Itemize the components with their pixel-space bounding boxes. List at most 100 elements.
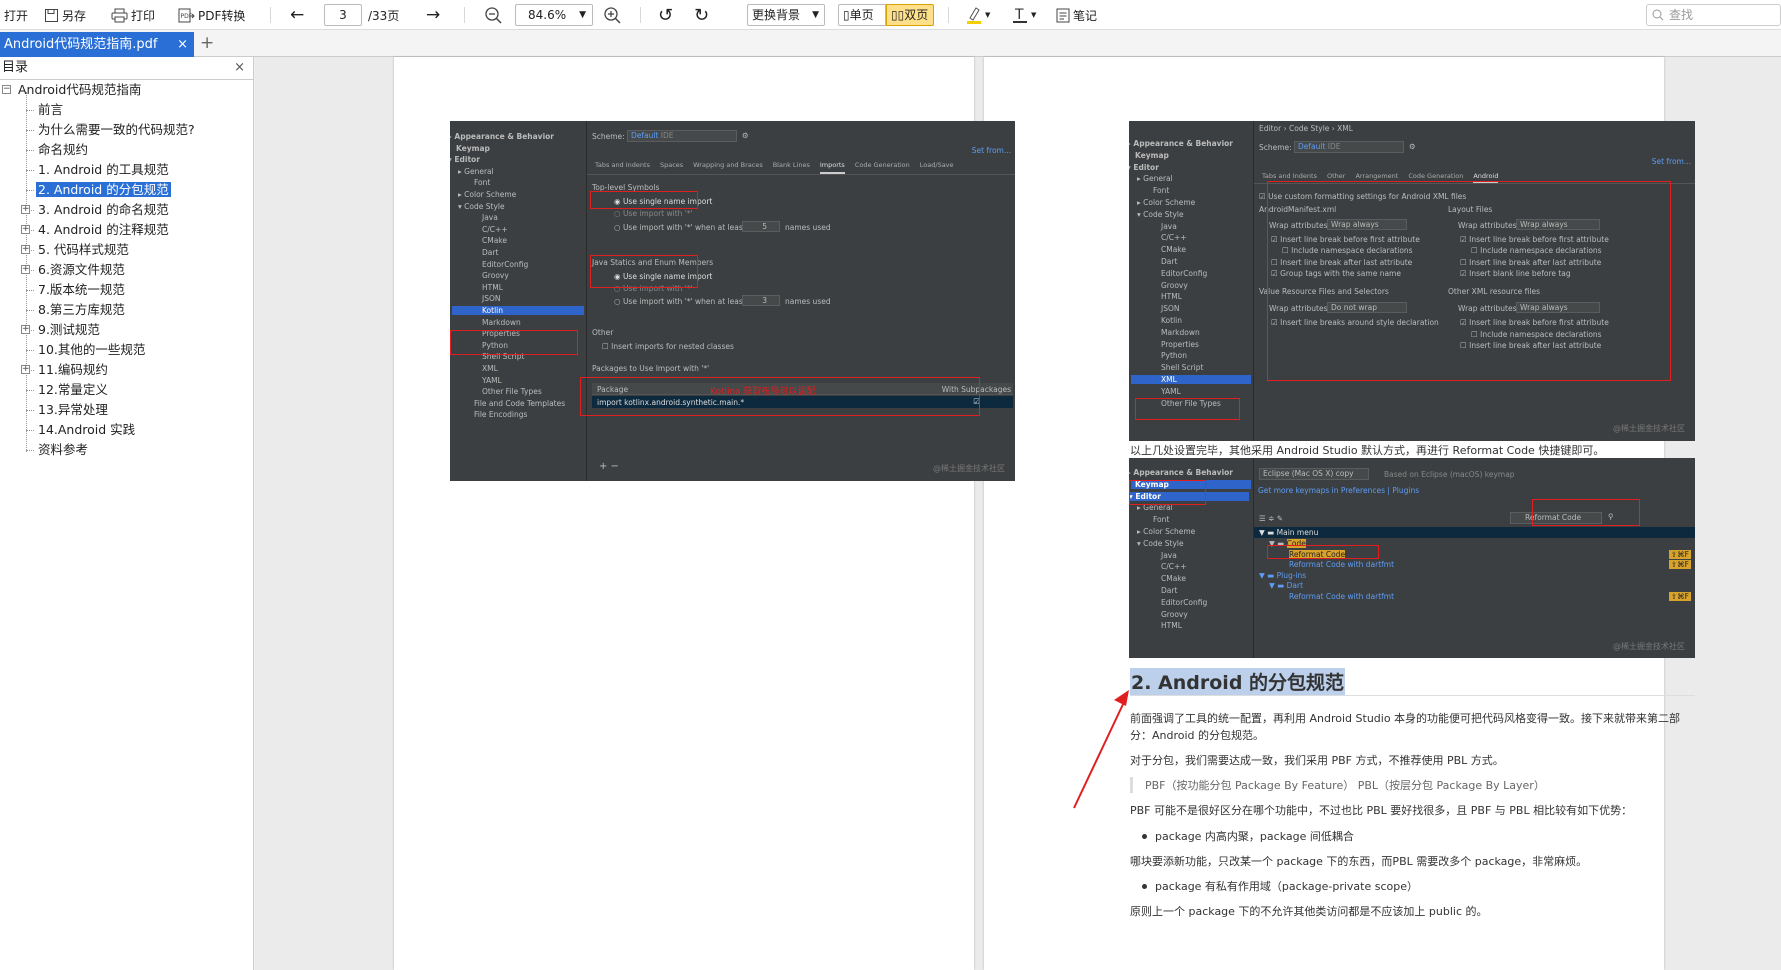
toc-item[interactable]: +3. Android 的命名规范 bbox=[21, 200, 171, 220]
toc-item[interactable]: 前言 bbox=[26, 100, 65, 120]
ide-sidebar-item[interactable]: XML bbox=[1131, 375, 1251, 384]
ide-tab[interactable]: Wrapping and Braces bbox=[693, 161, 763, 174]
ide-sidebar-item[interactable]: ▸ General bbox=[1137, 174, 1173, 183]
ide-sidebar-item[interactable]: HTML bbox=[1161, 621, 1182, 630]
double-page-button[interactable]: ▯▯双页 bbox=[886, 4, 934, 26]
count-input[interactable]: 3 bbox=[742, 295, 780, 306]
toc-item[interactable]: 为什么需要一致的代码规范? bbox=[26, 120, 197, 140]
ide-sidebar-item[interactable]: Other File Types bbox=[482, 387, 542, 396]
radio-star-at-1[interactable]: ○ Use import with '*' when at least bbox=[614, 223, 746, 232]
tree-reformat-dart-2[interactable]: Reformat Code with dartfmt bbox=[1289, 592, 1394, 601]
ide-sidebar-item[interactable]: Kotlin bbox=[452, 306, 584, 315]
toc-item[interactable]: 12.常量定义 bbox=[26, 380, 110, 400]
ide-sidebar-item[interactable]: File Encodings bbox=[474, 410, 527, 419]
toc-item[interactable]: +5. 代码样式规范 bbox=[21, 240, 131, 260]
radio-star-at-2[interactable]: ○ Use import with '*' when at least bbox=[614, 297, 746, 306]
set-from-link[interactable]: Set from... bbox=[1652, 157, 1691, 166]
ide-sidebar-item[interactable]: EditorConfig bbox=[482, 260, 528, 269]
ide-sidebar-item[interactable]: Properties bbox=[1161, 340, 1199, 349]
rotate-right-button[interactable]: ↻ bbox=[694, 4, 709, 26]
ide-sidebar-item[interactable]: Font bbox=[1153, 186, 1169, 195]
ide-sidebar-item[interactable]: ▸ Appearance & Behavior bbox=[1129, 139, 1233, 148]
toc-item[interactable]: 13.异常处理 bbox=[26, 400, 110, 420]
ide-sidebar-item[interactable]: JSON bbox=[1161, 304, 1180, 313]
ide-sidebar-item[interactable]: Keymap bbox=[456, 144, 490, 153]
ide-sidebar-item[interactable]: Markdown bbox=[482, 318, 521, 327]
rotate-left-button[interactable]: ↺ bbox=[658, 4, 673, 26]
ide-sidebar-item[interactable]: HTML bbox=[1161, 292, 1182, 301]
ide-tab[interactable]: Load/Save bbox=[920, 161, 954, 174]
toc-item[interactable]: 8.第三方库规范 bbox=[26, 300, 127, 320]
ide-sidebar-item[interactable]: JSON bbox=[482, 294, 501, 303]
toc-item[interactable]: 14.Android 实践 bbox=[26, 420, 137, 440]
ide-sidebar-item[interactable]: C/C++ bbox=[1161, 233, 1187, 242]
ide-sidebar-item[interactable]: Font bbox=[1153, 515, 1169, 524]
ide-sidebar-item[interactable]: CMake bbox=[1161, 574, 1186, 583]
ide-sidebar-item[interactable]: Java bbox=[1161, 551, 1177, 560]
save-as-button[interactable]: 另存 bbox=[44, 4, 86, 26]
ide-tab[interactable]: Code Generation bbox=[855, 161, 910, 174]
prev-page-button[interactable]: ← bbox=[290, 4, 304, 26]
ide-sidebar-item[interactable]: Groovy bbox=[1161, 281, 1188, 290]
ide-sidebar-item[interactable]: EditorConfig bbox=[1161, 598, 1207, 607]
keymap-select[interactable]: Eclipse (Mac OS X) copy bbox=[1259, 468, 1369, 480]
search-input[interactable]: 查找 bbox=[1646, 4, 1781, 26]
ide-sidebar-item[interactable]: Dart bbox=[482, 248, 498, 257]
ide-sidebar-item[interactable]: ▾ Code Style bbox=[458, 202, 505, 211]
ide-sidebar-item[interactable]: CMake bbox=[482, 236, 507, 245]
pdf-convert-button[interactable]: PDF PDF转换 bbox=[178, 4, 245, 26]
ide-sidebar-item[interactable]: ▸ Color Scheme bbox=[1137, 198, 1195, 207]
tree-row-selected[interactable] bbox=[1254, 527, 1695, 538]
tree-reformat-dart[interactable]: Reformat Code with dartfmt bbox=[1289, 560, 1394, 569]
ide-tab[interactable]: Imports bbox=[819, 161, 845, 174]
ide-sidebar-item[interactable]: Groovy bbox=[482, 271, 509, 280]
ide-sidebar-item[interactable]: Python bbox=[1161, 351, 1187, 360]
single-page-button[interactable]: ▯单页 bbox=[838, 4, 886, 26]
ide-sidebar-item[interactable]: Groovy bbox=[1161, 610, 1188, 619]
toc-item[interactable]: 10.其他的一些规范 bbox=[26, 340, 147, 360]
expand-icon[interactable]: + bbox=[21, 205, 30, 214]
expand-icon[interactable]: + bbox=[21, 245, 30, 254]
ide-sidebar-item[interactable]: C/C++ bbox=[482, 225, 508, 234]
print-button[interactable]: 打印 bbox=[111, 4, 155, 26]
ide-sidebar-item[interactable]: ▾ Editor bbox=[1129, 163, 1159, 172]
tree-plugins[interactable]: ▼ ▬ Plug-ins bbox=[1259, 571, 1306, 580]
toc-item[interactable]: 1. Android 的工具规范 bbox=[26, 160, 171, 180]
change-background-button[interactable]: 更换背景 ▼ bbox=[747, 4, 825, 26]
expand-icon[interactable]: + bbox=[21, 265, 30, 274]
ide-sidebar-item[interactable]: ▸ General bbox=[458, 167, 494, 176]
tab-document[interactable]: Android代码规范指南.pdf × bbox=[0, 32, 194, 57]
ide-sidebar-item[interactable]: ▸ Color Scheme bbox=[1137, 527, 1195, 536]
ide-sidebar-item[interactable]: Font bbox=[474, 178, 490, 187]
ide-sidebar-item[interactable]: Dart bbox=[1161, 257, 1177, 266]
more-keymaps-link[interactable]: Get more keymaps in Preferences | Plugin… bbox=[1258, 486, 1419, 495]
toc-item[interactable]: 资料参考 bbox=[26, 440, 90, 460]
zoom-out-button[interactable] bbox=[484, 4, 502, 26]
nested-checkbox[interactable]: ☐ Insert imports for nested classes bbox=[602, 342, 734, 351]
toc-root[interactable]: − Android代码规范指南 bbox=[2, 80, 143, 100]
toc-item[interactable]: +6.资源文件规范 bbox=[21, 260, 127, 280]
ide-sidebar-item[interactable]: ▾ Code Style bbox=[1137, 210, 1184, 219]
add-icon[interactable]: + − bbox=[599, 461, 619, 472]
notes-button[interactable]: 笔记 bbox=[1056, 4, 1097, 26]
highlight-button[interactable]: ▼ bbox=[966, 4, 990, 26]
zoom-select[interactable]: 84.6% ▼ bbox=[515, 4, 593, 26]
ide-sidebar-item[interactable]: Keymap bbox=[1135, 151, 1169, 160]
page-number-input[interactable]: 3 bbox=[324, 4, 362, 26]
scheme-select[interactable]: Default IDE bbox=[1294, 141, 1404, 153]
ide-sidebar-item[interactable]: Java bbox=[1161, 222, 1177, 231]
toc-item[interactable]: +9.测试规范 bbox=[21, 320, 102, 340]
toc-item[interactable]: +11.编码规约 bbox=[21, 360, 110, 380]
count-input[interactable]: 5 bbox=[742, 221, 780, 232]
ide-sidebar-item[interactable]: Kotlin bbox=[1161, 316, 1182, 325]
text-color-button[interactable]: T ▼ bbox=[1012, 4, 1036, 26]
ide-sidebar-item[interactable]: ▸ Color Scheme bbox=[458, 190, 516, 199]
ide-sidebar-item[interactable]: HTML bbox=[482, 283, 503, 292]
set-from-link[interactable]: Set from... bbox=[972, 146, 1011, 155]
ide-sidebar-item[interactable]: C/C++ bbox=[1161, 562, 1187, 571]
radio-star-1[interactable]: ○ Use import with '*' bbox=[614, 209, 693, 218]
ide-tab[interactable]: Blank Lines bbox=[773, 161, 810, 174]
next-page-button[interactable]: → bbox=[426, 4, 440, 26]
ide-tab[interactable]: Tabs and Indents bbox=[595, 161, 650, 174]
scheme-select[interactable]: Default IDE bbox=[627, 130, 737, 142]
